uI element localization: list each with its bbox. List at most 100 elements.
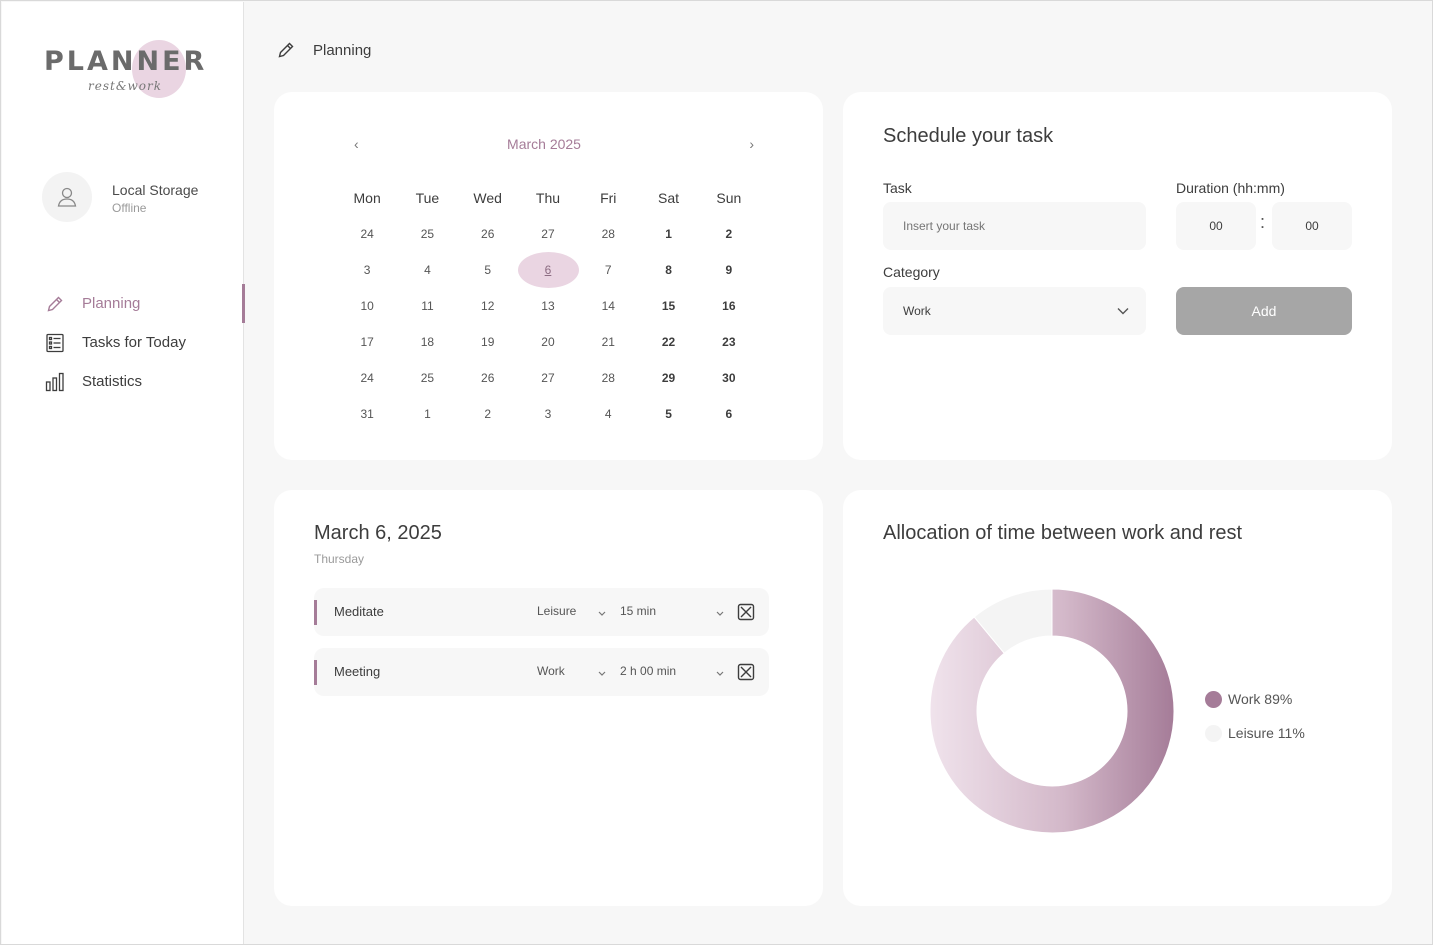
calendar-day[interactable]: 9: [699, 252, 759, 288]
add-button[interactable]: Add: [1176, 287, 1352, 335]
legend-label: Leisure 11%: [1228, 725, 1305, 741]
calendar-day[interactable]: 28: [578, 216, 638, 252]
calendar-day-label: 7: [604, 263, 612, 277]
calendar-day[interactable]: 24: [337, 360, 397, 396]
calendar-day[interactable]: 8: [638, 252, 698, 288]
calendar-day[interactable]: 26: [458, 360, 518, 396]
calendar-day[interactable]: 29: [638, 360, 698, 396]
duration-minutes-input[interactable]: 00: [1272, 202, 1352, 250]
calendar-day[interactable]: 6: [517, 252, 580, 288]
task-input[interactable]: [883, 202, 1146, 250]
calendar-day-label: 22: [661, 335, 676, 349]
calendar-day[interactable]: 30: [699, 360, 759, 396]
task-name[interactable]: Meditate: [334, 604, 384, 619]
calendar-day-label: 26: [481, 371, 495, 385]
sidebar-item-statistics[interactable]: Statistics: [2, 362, 244, 401]
calendar-day-label: 4: [604, 407, 612, 421]
calendar-day[interactable]: 5: [638, 396, 698, 432]
chart-legend: Work 89% Leisure 11%: [1205, 682, 1305, 750]
calendar-day[interactable]: 16: [699, 288, 759, 324]
weekday-label: Tue: [415, 190, 440, 206]
sidebar-item-label: Tasks for Today: [82, 334, 186, 351]
calendar-day[interactable]: 12: [458, 288, 518, 324]
calendar-day[interactable]: 21: [578, 324, 638, 360]
calendar-day[interactable]: 1: [638, 216, 698, 252]
task-accent-bar: [314, 600, 317, 625]
calendar-day[interactable]: 4: [397, 252, 457, 288]
bar-chart-icon: [44, 371, 66, 393]
delete-icon[interactable]: [737, 603, 755, 621]
sidebar-item-label: Planning: [82, 295, 141, 312]
chevron-down-icon: [716, 671, 724, 676]
calendar-day[interactable]: 31: [337, 396, 397, 432]
calendar-day[interactable]: 5: [458, 252, 518, 288]
calendar-day[interactable]: 3: [518, 396, 578, 432]
calendar-day-label: 25: [420, 371, 435, 385]
calendar-day[interactable]: 10: [337, 288, 397, 324]
calendar-day[interactable]: 28: [578, 360, 638, 396]
calendar-day[interactable]: 3: [337, 252, 397, 288]
calendar-day[interactable]: 25: [397, 216, 457, 252]
calendar-day[interactable]: 27: [518, 216, 578, 252]
calendar-day[interactable]: 2: [699, 216, 759, 252]
weekday-row: Mon Tue Wed Thu Fri Sat Sun: [337, 180, 759, 216]
calendar-day[interactable]: 24: [337, 216, 397, 252]
legend-label: Work 89%: [1228, 691, 1293, 707]
calendar-day[interactable]: 11: [397, 288, 457, 324]
chevron-down-icon: [1117, 308, 1129, 315]
calendar-day[interactable]: 22: [638, 324, 698, 360]
calendar-day-label: 5: [665, 407, 672, 421]
weekday-label: Sun: [716, 190, 742, 206]
calendar-day-label: 18: [420, 335, 435, 349]
calendar-day[interactable]: 23: [699, 324, 759, 360]
sidebar: PLANNER rest&work Local Storage Offline: [2, 2, 245, 944]
calendar-card: ‹ March 2025 › Mon Tue Wed Thu Fri Sat S…: [274, 92, 823, 460]
calendar-day[interactable]: 26: [458, 216, 518, 252]
calendar-day[interactable]: 20: [518, 324, 578, 360]
calendar-day-label: 6: [725, 407, 733, 421]
calendar-day[interactable]: 6: [699, 396, 759, 432]
calendar-day[interactable]: 4: [578, 396, 638, 432]
task-row: Meeting Work 2 h 00 min: [314, 648, 769, 696]
calendar-day-label: 9: [725, 263, 733, 277]
calendar-day-label: 2: [725, 227, 733, 241]
calendar-day-label: 3: [363, 263, 371, 277]
task-category-select[interactable]: Work: [537, 664, 607, 678]
task-category-select[interactable]: Leisure: [537, 604, 607, 618]
calendar-day[interactable]: 14: [578, 288, 638, 324]
calendar-day[interactable]: 2: [458, 396, 518, 432]
delete-icon[interactable]: [737, 663, 755, 681]
account[interactable]: Local Storage Offline: [42, 172, 232, 224]
sidebar-item-planning[interactable]: Planning: [2, 284, 245, 323]
calendar-day-label: 1: [424, 407, 431, 421]
calendar-day-label: 15: [661, 299, 676, 313]
calendar-day[interactable]: 25: [397, 360, 457, 396]
task-duration-select[interactable]: 15 min: [620, 604, 725, 618]
calendar-weeks: 24 25 26 27 28 1 2 3 4 5 6 7 8 9 10 11 12 13 14 15 16 17 18 19 2…: [337, 216, 759, 432]
next-month-button[interactable]: ›: [749, 136, 754, 152]
calendar-day[interactable]: 13: [518, 288, 578, 324]
schedule-card: Schedule your task Task Duration (hh:mm)…: [843, 92, 1392, 460]
calendar-day[interactable]: 7: [578, 252, 638, 288]
calendar-week-row: 24 25 26 27 28 1 2: [337, 216, 759, 252]
sidebar-item-tasks-for-today[interactable]: Tasks for Today: [2, 323, 244, 362]
duration-label: Duration (hh:mm): [1176, 180, 1285, 196]
calendar-day[interactable]: 15: [638, 288, 698, 324]
calendar-day[interactable]: 1: [397, 396, 457, 432]
calendar-day-label: 29: [661, 371, 676, 385]
legend-dot: [1205, 724, 1222, 742]
duration-hours-input[interactable]: 00: [1176, 202, 1256, 250]
calendar-day[interactable]: 19: [458, 324, 518, 360]
chevron-down-icon: [598, 611, 606, 616]
calendar-day[interactable]: 18: [397, 324, 457, 360]
category-select[interactable]: Work: [883, 287, 1146, 335]
weekday-label: Thu: [535, 190, 561, 206]
calendar-day-label: 30: [722, 371, 736, 385]
planner-app: PLANNER rest&work Local Storage Offline: [0, 0, 1433, 945]
task-name[interactable]: Meeting: [334, 664, 380, 679]
category-value: Work: [903, 304, 931, 318]
calendar-day-label: 14: [601, 299, 615, 313]
calendar-day[interactable]: 27: [518, 360, 578, 396]
calendar-day[interactable]: 17: [337, 324, 397, 360]
task-duration-select[interactable]: 2 h 00 min: [620, 664, 725, 678]
